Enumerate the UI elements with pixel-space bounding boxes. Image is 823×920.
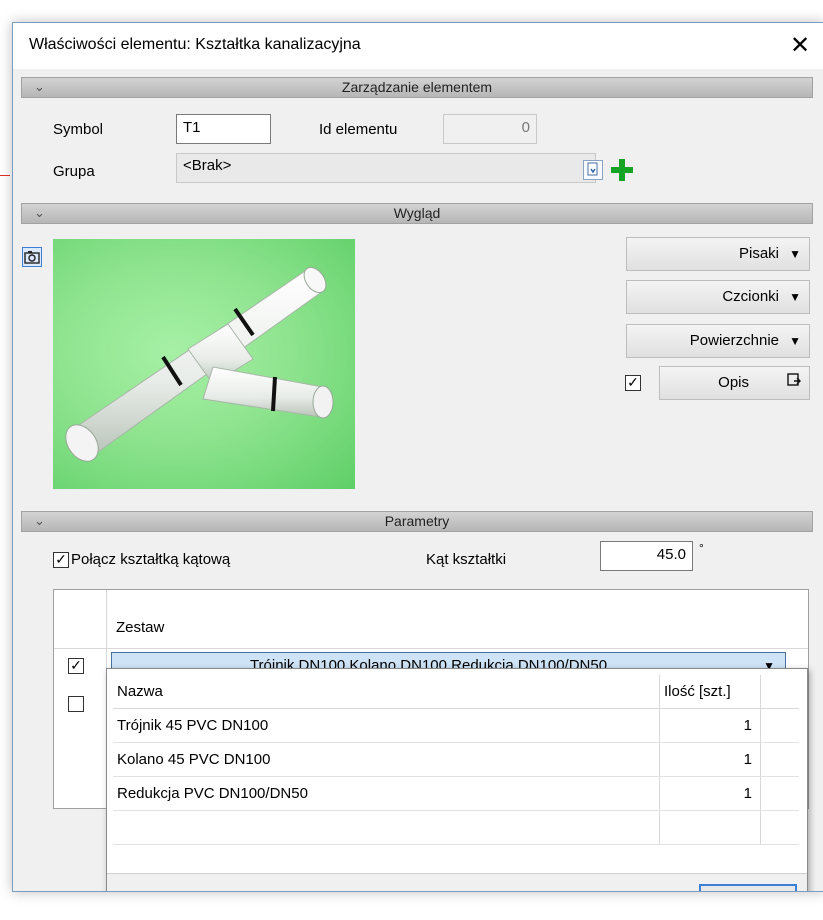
dropdown-arrow-icon: ▼ bbox=[789, 247, 801, 261]
angle-input[interactable]: 45.0 bbox=[600, 541, 693, 571]
item-name: Trójnik 45 PVC DN100 bbox=[113, 708, 660, 743]
symbol-label: Symbol bbox=[53, 121, 104, 138]
item-qty: 1 bbox=[659, 742, 761, 777]
group-label: Grupa bbox=[53, 163, 95, 180]
pens-button[interactable]: Pisaki ▼ bbox=[626, 237, 810, 271]
set-items-table: Nazwa Ilość [szt.] Trójnik 45 PVC DN100 … bbox=[113, 675, 799, 845]
window-title: Właściwości elementu: Kształtka kanaliza… bbox=[29, 36, 361, 53]
table-row-empty bbox=[113, 810, 799, 845]
fonts-button-label: Czcionki bbox=[722, 288, 779, 305]
connect-angle-label: Połącz kształtką kątową bbox=[71, 551, 231, 568]
set-row-checkbox-empty[interactable] bbox=[68, 696, 84, 712]
title-bar: Właściwości elementu: Kształtka kanaliza… bbox=[13, 23, 823, 69]
surfaces-button-label: Powierzchnie bbox=[689, 332, 779, 349]
row-spacer bbox=[760, 742, 799, 777]
id-input: 0 bbox=[443, 114, 537, 144]
id-label: Id elementu bbox=[319, 121, 398, 138]
dropdown-arrow-icon: ▼ bbox=[789, 290, 801, 304]
close-icon[interactable]: ✕ bbox=[777, 23, 823, 69]
description-button[interactable]: Opis bbox=[659, 366, 810, 400]
description-checkbox[interactable]: ✓ bbox=[625, 375, 641, 391]
group-select[interactable]: <Brak> bbox=[176, 153, 596, 183]
row-spacer bbox=[760, 776, 799, 811]
angle-label: Kąt kształtki bbox=[426, 551, 507, 568]
plus-icon[interactable] bbox=[609, 157, 635, 183]
export-icon bbox=[787, 367, 801, 399]
edit-icon[interactable] bbox=[583, 160, 603, 180]
set-items-popup: Nazwa Ilość [szt.] Trójnik 45 PVC DN100 … bbox=[106, 668, 808, 891]
connect-angle-checkbox[interactable]: ✓ bbox=[53, 552, 69, 568]
set-row-checkbox[interactable]: ✓ bbox=[68, 658, 84, 674]
dropdown-arrow-icon: ▼ bbox=[789, 334, 801, 348]
qty-column-header: Ilość [szt.] bbox=[659, 675, 761, 709]
name-column-header: Nazwa bbox=[113, 675, 660, 709]
fonts-button[interactable]: Czcionki ▼ bbox=[626, 280, 810, 314]
camera-icon[interactable] bbox=[22, 247, 42, 267]
section-appearance-header[interactable]: ⌄ Wygląd bbox=[21, 203, 813, 224]
item-qty: 1 bbox=[659, 776, 761, 811]
close-popup-button[interactable]: Zamknij bbox=[699, 884, 797, 891]
surfaces-button[interactable]: Powierzchnie ▼ bbox=[626, 324, 810, 358]
section-parameters-title: Parametry bbox=[384, 513, 450, 529]
element-preview-image bbox=[53, 239, 355, 489]
section-management-title: Zarządzanie elementem bbox=[341, 79, 493, 95]
item-name: Redukcja PVC DN100/DN50 bbox=[113, 776, 660, 811]
table-row[interactable]: Redukcja PVC DN100/DN50 1 bbox=[113, 776, 799, 811]
description-button-label: Opis bbox=[718, 374, 749, 391]
item-name: Kolano 45 PVC DN100 bbox=[113, 742, 660, 777]
pens-button-label: Pisaki bbox=[738, 245, 779, 262]
item-qty: 1 bbox=[659, 708, 761, 743]
section-appearance-title: Wygląd bbox=[393, 205, 441, 221]
angle-unit: ° bbox=[699, 541, 704, 555]
background-red-line bbox=[0, 175, 10, 176]
table-row[interactable]: Trójnik 45 PVC DN100 1 bbox=[113, 708, 799, 743]
table-header-row: Nazwa Ilość [szt.] bbox=[113, 675, 799, 709]
table-row[interactable]: Kolano 45 PVC DN100 1 bbox=[113, 742, 799, 777]
properties-dialog: Właściwości elementu: Kształtka kanaliza… bbox=[12, 22, 823, 892]
table-header-spacer bbox=[760, 675, 799, 709]
grid-header-line bbox=[54, 648, 808, 649]
set-column-header: Zestaw bbox=[116, 619, 165, 636]
symbol-input[interactable]: T1 bbox=[176, 114, 271, 144]
row-spacer bbox=[760, 708, 799, 743]
section-parameters-header[interactable]: ⌄ Parametry bbox=[21, 511, 813, 532]
popup-footer: Zamknij bbox=[107, 873, 807, 891]
section-management-header[interactable]: ⌄ Zarządzanie elementem bbox=[21, 77, 813, 98]
